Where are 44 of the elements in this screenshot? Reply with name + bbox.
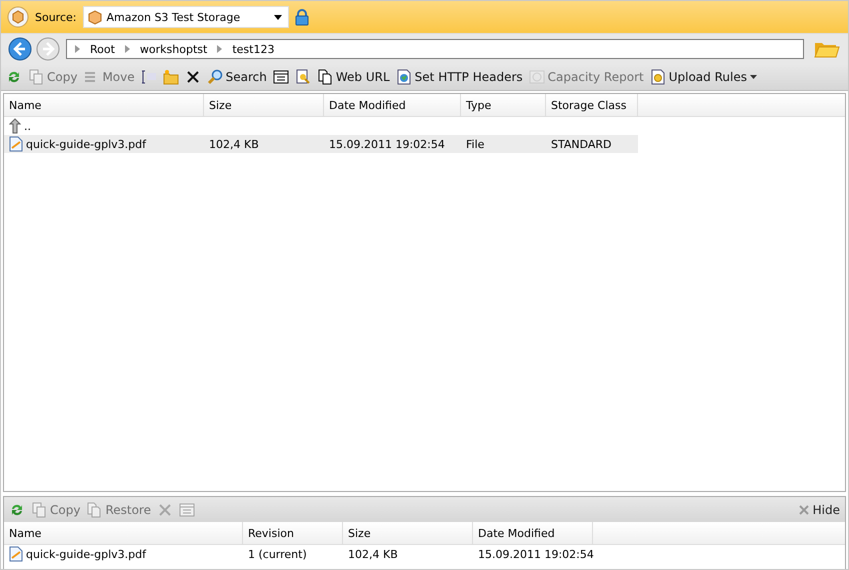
refresh-icon — [6, 69, 22, 85]
page-icon — [316, 69, 333, 85]
table-cell-text: 15.09.2011 19:02:54 — [477, 546, 593, 562]
table-cell-text: File — [465, 136, 486, 152]
newfolder-icon — [162, 69, 179, 85]
column-header[interactable]: Date Modified — [473, 522, 593, 544]
toolbar-button[interactable]: Web URL — [316, 68, 391, 86]
column-header[interactable]: Revision — [243, 522, 343, 544]
hide-button[interactable]: Hide — [796, 502, 841, 518]
table-cell-text: 102,4 KB — [208, 136, 260, 152]
back-icon[interactable] — [8, 37, 32, 61]
column-header[interactable]: Size — [204, 94, 324, 116]
toolbar-button[interactable]: Upload Rules — [648, 68, 758, 86]
lock-icon[interactable] — [294, 8, 308, 26]
caret-icon — [750, 75, 757, 79]
document-icon — [9, 136, 23, 152]
document-icon — [9, 546, 23, 562]
close-icon — [798, 504, 810, 516]
table-cell: quick-guide-gplv3.pdf — [4, 545, 243, 563]
path-bar[interactable]: Root workshoptst test123 — [66, 39, 804, 59]
column-header[interactable]: Date Modified — [324, 94, 461, 116]
toolbar-button[interactable]: Set HTTP Headers — [394, 68, 524, 86]
table-cell: .. — [4, 117, 204, 135]
copy-icon — [31, 502, 47, 518]
table-cell-text: 102,4 KB — [347, 546, 399, 562]
column-header[interactable]: Size — [343, 522, 473, 544]
caret-icon — [274, 14, 282, 20]
column-header[interactable]: Name — [4, 94, 204, 116]
toolbar-button[interactable]: Search — [206, 68, 268, 86]
box-icon — [86, 9, 102, 25]
source-label: Source: — [35, 10, 76, 24]
column-header[interactable]: Type — [461, 94, 546, 116]
folder-icon[interactable] — [814, 40, 840, 58]
up-arrow-icon — [9, 118, 21, 134]
copy-icon — [28, 69, 44, 85]
column-header[interactable]: Storage Class — [546, 94, 638, 116]
table-cell-text: 15.09.2011 19:02:54 — [328, 136, 446, 152]
source-dropdown[interactable]: Amazon S3 Test Storage — [82, 6, 288, 28]
page-icon — [86, 502, 102, 518]
column-header[interactable]: Name — [4, 522, 243, 544]
table-cell: quick-guide-gplv3.pdf — [4, 135, 204, 153]
storage-icon — [7, 6, 29, 28]
table-cell-text: STANDARD — [550, 136, 613, 152]
table-cell-text: 1 (current) — [247, 546, 308, 562]
